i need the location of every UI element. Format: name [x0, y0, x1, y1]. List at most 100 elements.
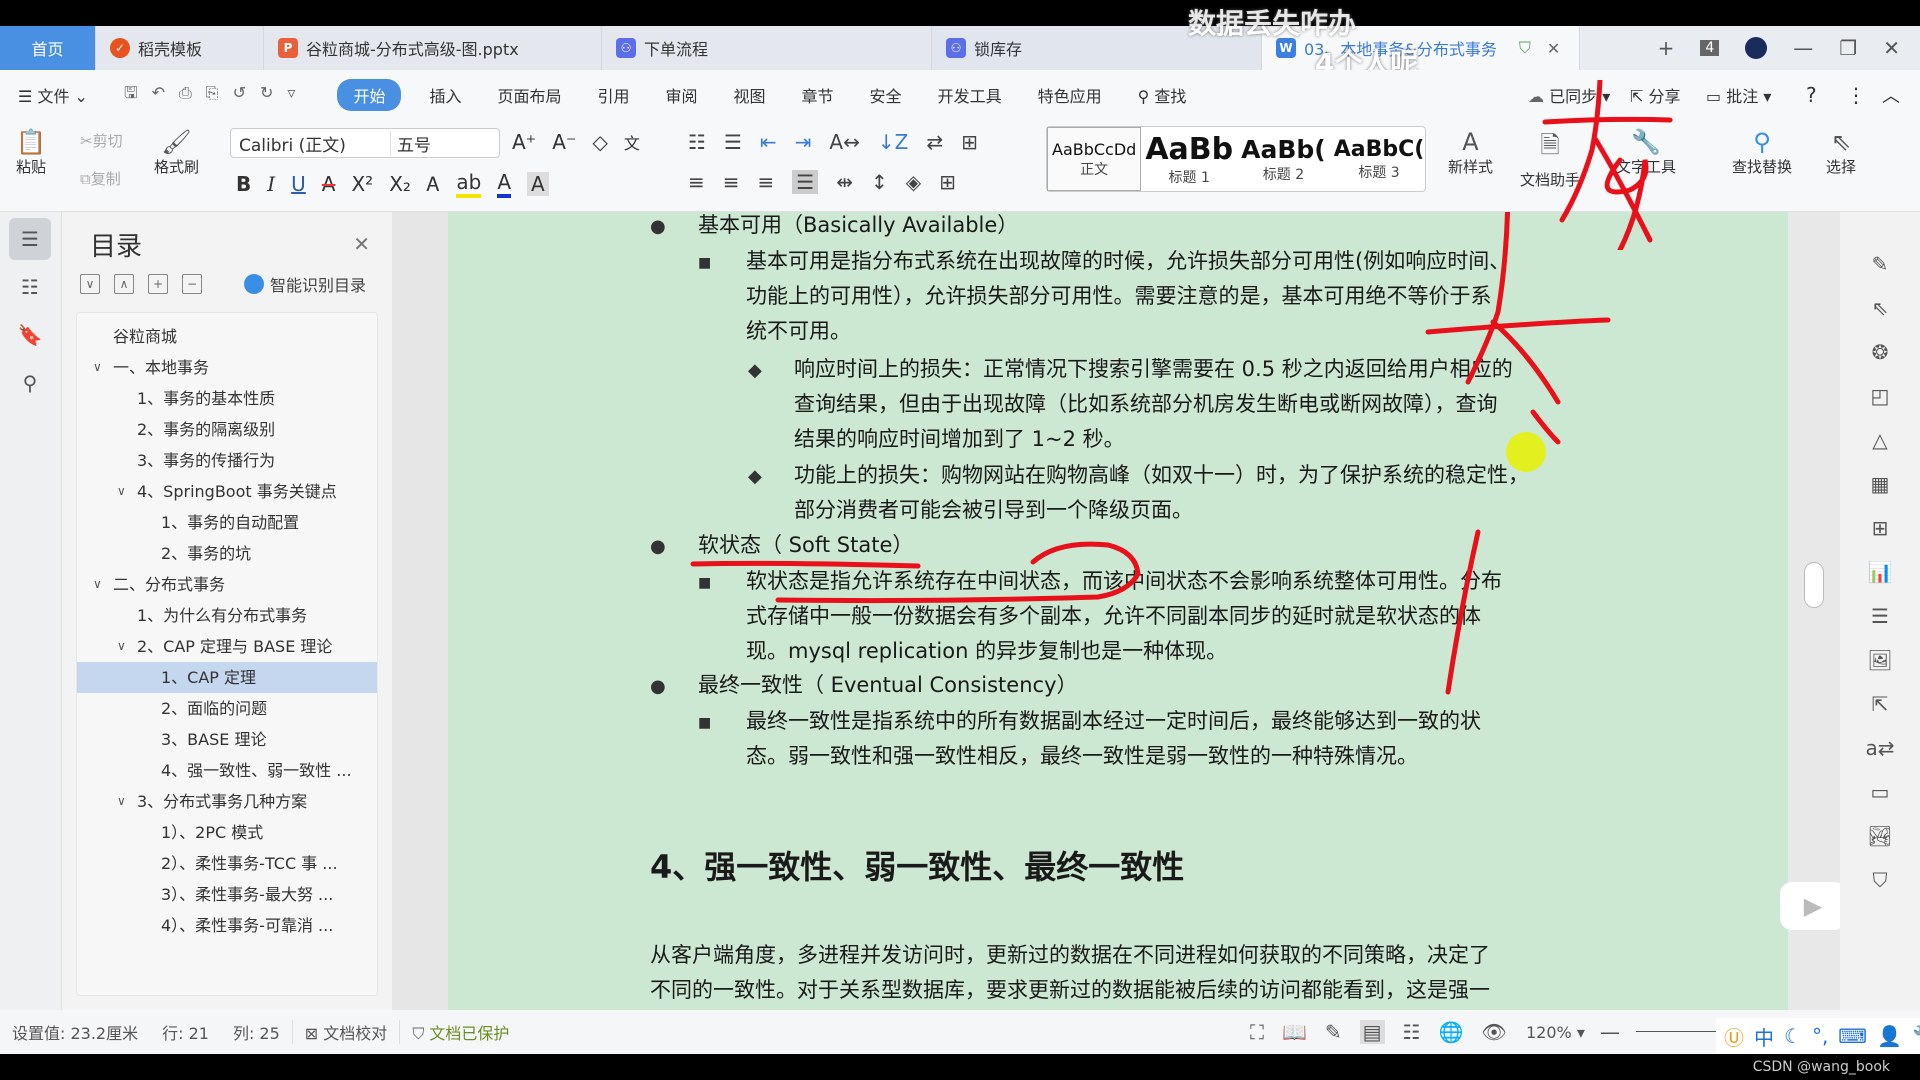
toc-item[interactable]: 2、面临的问题 — [77, 693, 377, 724]
new-tab-icon[interactable]: + — [1658, 36, 1675, 60]
format-painter-button[interactable]: 🖌 格式刷 — [154, 128, 199, 177]
copy-button[interactable]: ⧉ 复制 — [80, 168, 121, 189]
tab-order-flow[interactable]: ⚇ 下单流程 — [602, 26, 932, 70]
ime-mode[interactable]: 中 — [1754, 1022, 1774, 1051]
minimize-icon[interactable]: — — [1793, 36, 1813, 60]
new-style-button[interactable]: A 新样式 — [1448, 128, 1493, 177]
chevron-down-icon[interactable]: ∨ — [117, 476, 126, 507]
toc-item[interactable]: 1）、2PC 模式 — [77, 817, 377, 848]
bookmark-icon[interactable]: 🔖 — [9, 314, 51, 356]
export-icon[interactable]: ⇱ — [1872, 692, 1889, 716]
paste-button[interactable]: 📋 粘贴 — [16, 128, 46, 177]
menu-references[interactable]: 引用 — [579, 83, 647, 107]
toc-item[interactable]: 2、事务的隔离级别 — [77, 414, 377, 445]
highlight-icon[interactable]: ab — [456, 170, 482, 198]
toc-item[interactable]: 2、事务的坑 — [77, 538, 377, 569]
eye-protect-icon[interactable]: 👁 — [1481, 1020, 1506, 1044]
wrap-icon[interactable]: ⇄ — [926, 130, 943, 154]
quick-access-toolbar[interactable]: 🖫↶⎙⎘↺↻▿ — [106, 82, 327, 109]
menu-search[interactable]: ⚲ 查找 — [1120, 83, 1205, 107]
reading-mode-icon[interactable]: 📖 — [1282, 1020, 1307, 1044]
toc-item[interactable]: 3、事务的传播行为 — [77, 445, 377, 476]
subscript-icon[interactable]: X₂ — [389, 172, 411, 196]
align-right-icon[interactable]: ≡ — [758, 170, 775, 194]
zoom-select[interactable]: 120% ▾ — [1526, 1023, 1585, 1042]
toc-item[interactable]: 3、BASE 理论 — [77, 724, 377, 755]
style-heading-2[interactable]: AaBb(标题 2 — [1237, 127, 1330, 191]
bold-icon[interactable]: B — [236, 172, 251, 196]
distribute-icon[interactable]: ⇹ — [836, 170, 853, 194]
demote-icon[interactable]: − — [182, 274, 202, 294]
menu-security[interactable]: 安全 — [852, 83, 920, 107]
translate-icon[interactable]: a⇄ — [1865, 736, 1894, 760]
web-view-icon[interactable]: 🌐 — [1439, 1020, 1464, 1044]
shapes-icon[interactable]: ◰ — [1871, 384, 1890, 408]
edit-mode-icon[interactable]: ✎ — [1325, 1020, 1342, 1044]
pointer-icon[interactable]: ⇖ — [1872, 296, 1889, 320]
menu-features[interactable]: 特色应用 — [1020, 83, 1120, 107]
video-play-icon[interactable]: ▶ — [1780, 882, 1846, 930]
image-gallery-icon[interactable]: 🖼 — [1867, 648, 1892, 672]
menu-view[interactable]: 视图 — [716, 83, 784, 107]
sort-icon[interactable]: ↓Z — [878, 130, 908, 154]
menu-dev-tools[interactable]: 开发工具 — [920, 83, 1020, 107]
moon-icon[interactable]: ☾ — [1784, 1024, 1802, 1048]
select-button[interactable]: ⇖ 选择 — [1826, 128, 1856, 177]
style-normal[interactable]: AaBbCcDd 正文 — [1047, 127, 1142, 191]
chevron-down-icon[interactable]: ∨ — [117, 786, 126, 817]
strikethrough-icon[interactable]: A — [322, 172, 336, 196]
toc-item[interactable]: 4）、柔性事务-可靠消 ... — [77, 910, 377, 941]
toc-panel-icon[interactable]: ☰ — [9, 218, 51, 260]
fullscreen-icon[interactable]: ⛶ — [1250, 1020, 1264, 1044]
menu-start[interactable]: 开始 — [337, 79, 402, 111]
zoom-out-icon[interactable]: — — [1600, 1020, 1620, 1044]
align-left-icon[interactable]: ≡ — [688, 170, 705, 194]
tab-count-badge[interactable]: 4 — [1700, 40, 1720, 56]
toc-item[interactable]: 1、事务的自动配置 — [77, 507, 377, 538]
menu-insert[interactable]: 插入 — [411, 83, 479, 107]
vertical-scrollbar[interactable]: ▶ — [1780, 212, 1846, 1010]
style-heading-1[interactable]: AaBb 标题 1 — [1141, 127, 1237, 191]
shield-check-icon[interactable]: ⛉ — [1873, 868, 1888, 892]
scroll-thumb[interactable] — [1804, 562, 1824, 608]
cut-button[interactable]: ✂ 剪切 — [80, 130, 123, 151]
superscript-icon[interactable]: X² — [351, 172, 373, 196]
toc-item[interactable]: ∨ 一、本地事务 — [77, 352, 377, 383]
promote-icon[interactable]: + — [148, 274, 168, 294]
toc-item[interactable]: 2）、柔性事务-TCC 事 ... — [77, 848, 377, 879]
font-selector[interactable]: Calibri (正文) 五号 — [230, 128, 500, 158]
toc-item[interactable]: 1、CAP 定理 — [77, 662, 377, 693]
char-spacing-icon[interactable]: A↔ — [829, 130, 859, 154]
archive-icon[interactable]: ▭ — [1871, 780, 1890, 804]
avatar[interactable] — [1745, 37, 1768, 59]
restore-icon[interactable]: ❐ — [1839, 36, 1857, 60]
collapse-all-icon[interactable]: ∧ — [114, 274, 134, 294]
triangle-icon[interactable]: △ — [1872, 428, 1887, 452]
smart-toc-button[interactable]: 智能识别目录 — [243, 272, 366, 296]
tab-home[interactable]: 首页 — [0, 26, 96, 70]
toc-item[interactable]: 1、为什么有分布式事务 — [77, 600, 377, 631]
pinyin-icon[interactable]: 文 — [624, 130, 640, 154]
expand-all-icon[interactable]: ∨ — [80, 274, 100, 294]
proofread-button[interactable]: ⊠ 文档校对 — [291, 1020, 400, 1044]
menu-review[interactable]: 审阅 — [648, 83, 716, 107]
style-heading-3[interactable]: AaBbC(标题 3 — [1330, 127, 1429, 191]
find-nav-icon[interactable]: ⚲ — [9, 362, 51, 404]
font-size-select[interactable]: 五号 — [391, 131, 431, 156]
toc-item[interactable]: 4、强一致性、弱一致性 ... — [77, 755, 377, 786]
align-center-icon[interactable]: ≡ — [723, 170, 740, 194]
badge-icon[interactable]: ❂ — [1872, 340, 1889, 364]
chevron-down-icon[interactable]: ∨ — [117, 631, 126, 662]
numbered-list-icon[interactable]: ☰ — [724, 130, 742, 154]
pen-icon[interactable]: ✎ — [1872, 252, 1889, 276]
collapse-ribbon-icon[interactable]: ︿ — [1882, 82, 1900, 108]
close-icon[interactable]: ✕ — [353, 232, 370, 256]
decrease-indent-icon[interactable]: ⇤ — [760, 130, 777, 154]
font-name-select[interactable]: Calibri (正文) — [231, 130, 391, 156]
menu-file[interactable]: ☰ 文件 ⌄ — [0, 83, 106, 107]
chapter-nav-icon[interactable]: ☷ — [9, 266, 51, 308]
text-effect-icon[interactable]: Ꭺ — [427, 172, 440, 196]
tab-pptx[interactable]: P 谷粒商城-分布式高级-图.pptx — [264, 26, 602, 70]
toc-item[interactable]: ∨ 3、分布式事务几种方案 — [77, 786, 377, 817]
chevron-down-icon[interactable]: ∨ — [93, 352, 102, 383]
